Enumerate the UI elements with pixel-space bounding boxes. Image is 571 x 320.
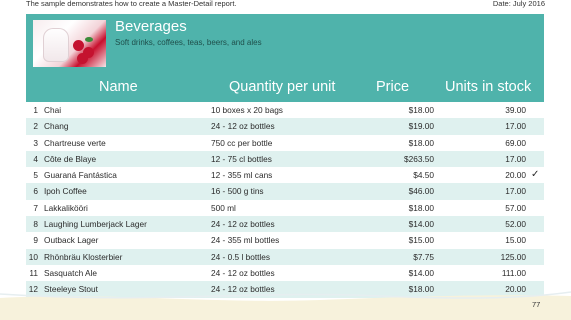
unit-price: $19.00	[408, 121, 434, 132]
unit-price: $14.00	[408, 267, 434, 278]
unit-price: $7.75	[413, 251, 434, 262]
units-in-stock: 15.00	[505, 235, 526, 246]
table-row: 4 Côte de Blaye 12 - 75 cl bottles $263.50 1…	[26, 150, 544, 168]
category-title: Beverages	[115, 18, 187, 35]
product-name: Ipoh Coffee	[44, 186, 87, 197]
table-header: Name Quantity per unit Price Units in st…	[26, 72, 544, 102]
units-in-stock: 52.00	[505, 219, 526, 230]
unit-price: $4.50	[413, 170, 434, 181]
unit-price: $15.00	[408, 235, 434, 246]
report-date: Date: July 2016	[492, 0, 545, 8]
row-index: 7	[33, 202, 38, 213]
row-index: 8	[33, 219, 38, 230]
units-in-stock: 17.00	[505, 186, 526, 197]
row-index: 5	[33, 170, 38, 181]
row-index: 4	[33, 153, 38, 164]
table-row: 3 Chartreuse verte 750 cc per bottle $18.00…	[26, 135, 544, 151]
category-description: Soft drinks, coffees, teas, beers, and a…	[115, 38, 262, 47]
units-in-stock: 17.00	[505, 153, 526, 164]
quantity-per-unit: 16 - 500 g tins	[211, 186, 264, 197]
units-in-stock: 125.00	[500, 251, 526, 262]
table-row: 2 Chang 24 - 12 oz bottles $19.00 17.00	[26, 118, 544, 135]
row-index: 10	[28, 251, 38, 262]
checkmark-icon: ✓	[531, 169, 540, 181]
row-index: 3	[33, 137, 38, 148]
table-row: 5 Guaraná Fantástica 12 - 355 ml cans $4.50…	[26, 167, 544, 183]
row-index: 9	[33, 235, 38, 246]
quantity-per-unit: 750 cc per bottle	[211, 137, 273, 148]
quantity-per-unit: 24 - 0.5 l bottles	[211, 251, 271, 262]
column-header-stock: Units in stock	[445, 79, 532, 95]
units-in-stock: 39.00	[505, 105, 526, 115]
product-name: Rhönbräu Klosterbier	[44, 251, 123, 262]
quantity-per-unit: 500 ml	[211, 202, 236, 213]
product-name: Outback Lager	[44, 235, 99, 246]
report-description: The sample demonstrates how to create a …	[26, 0, 237, 8]
units-in-stock: 17.00	[505, 121, 526, 132]
quantity-per-unit: 24 - 12 oz bottles	[211, 121, 275, 132]
units-in-stock: 57.00	[505, 202, 526, 213]
product-name: Chang	[44, 121, 69, 132]
category-image	[33, 20, 106, 67]
berry-shape	[77, 53, 88, 64]
table-row: 1 Chai 10 boxes x 20 bags $18.00 39.00	[26, 102, 544, 118]
quantity-per-unit: 24 - 12 oz bottles	[211, 219, 275, 230]
table-row: 7 Lakkalikööri 500 ml $18.00 57.00	[26, 200, 544, 216]
product-name: Lakkalikööri	[44, 202, 88, 213]
units-in-stock: 111.00	[501, 267, 526, 278]
product-name: Sasquatch Ale	[44, 267, 98, 278]
product-name: Chartreuse verte	[44, 137, 106, 148]
units-in-stock: 69.00	[505, 137, 526, 148]
row-index: 11	[29, 267, 38, 278]
product-name: Guaraná Fantástica	[44, 170, 117, 181]
product-name: Laughing Lumberjack Lager	[44, 219, 147, 230]
unit-price: $18.00	[408, 202, 434, 213]
quantity-per-unit: 24 - 12 oz bottles	[211, 267, 275, 278]
leaf-shape	[85, 37, 93, 42]
table-row: 8 Laughing Lumberjack Lager 24 - 12 oz bot…	[26, 216, 544, 233]
category-header: Beverages Soft drinks, coffees, teas, be…	[26, 14, 544, 72]
units-in-stock: 20.00	[505, 170, 526, 181]
quantity-per-unit: 24 - 355 ml bottles	[211, 235, 280, 246]
unit-price: $14.00	[408, 219, 434, 230]
row-index: 2	[33, 121, 38, 132]
row-index: 6	[33, 186, 38, 197]
unit-price: $18.00	[408, 137, 434, 148]
quantity-per-unit: 10 boxes x 20 bags	[211, 105, 283, 115]
unit-price: $263.50	[404, 153, 434, 164]
product-name: Côte de Blaye	[44, 153, 97, 164]
table-row: 6 Ipoh Coffee 16 - 500 g tins $46.00 17.00	[26, 183, 544, 200]
quantity-per-unit: 12 - 355 ml cans	[211, 170, 273, 181]
row-index: 1	[33, 105, 38, 115]
report-top-line: The sample demonstrates how to create a …	[26, 0, 545, 10]
column-header-name: Name	[99, 79, 138, 95]
quantity-per-unit: 12 - 75 cl bottles	[211, 153, 272, 164]
column-header-price: Price	[376, 79, 410, 95]
berry-shape	[73, 40, 84, 51]
column-header-quantity: Quantity per unit	[229, 79, 336, 95]
table-row: 11 Sasquatch Ale 24 - 12 oz bottles $14.00 1…	[26, 265, 544, 281]
unit-price: $18.00	[408, 105, 434, 115]
table-row: 9 Outback Lager 24 - 355 ml bottles $15.00 1…	[26, 232, 544, 248]
page-number: 77	[532, 300, 541, 309]
unit-price: $46.00	[408, 186, 434, 197]
glass-shape	[43, 28, 69, 62]
product-table: 1 Chai 10 boxes x 20 bags $18.00 39.00 2 Chang…	[26, 102, 544, 298]
product-name: Chai	[44, 105, 62, 115]
footer-wave	[0, 291, 571, 320]
table-row: 10 Rhönbräu Klosterbier 24 - 0.5 l bottles…	[26, 248, 544, 265]
